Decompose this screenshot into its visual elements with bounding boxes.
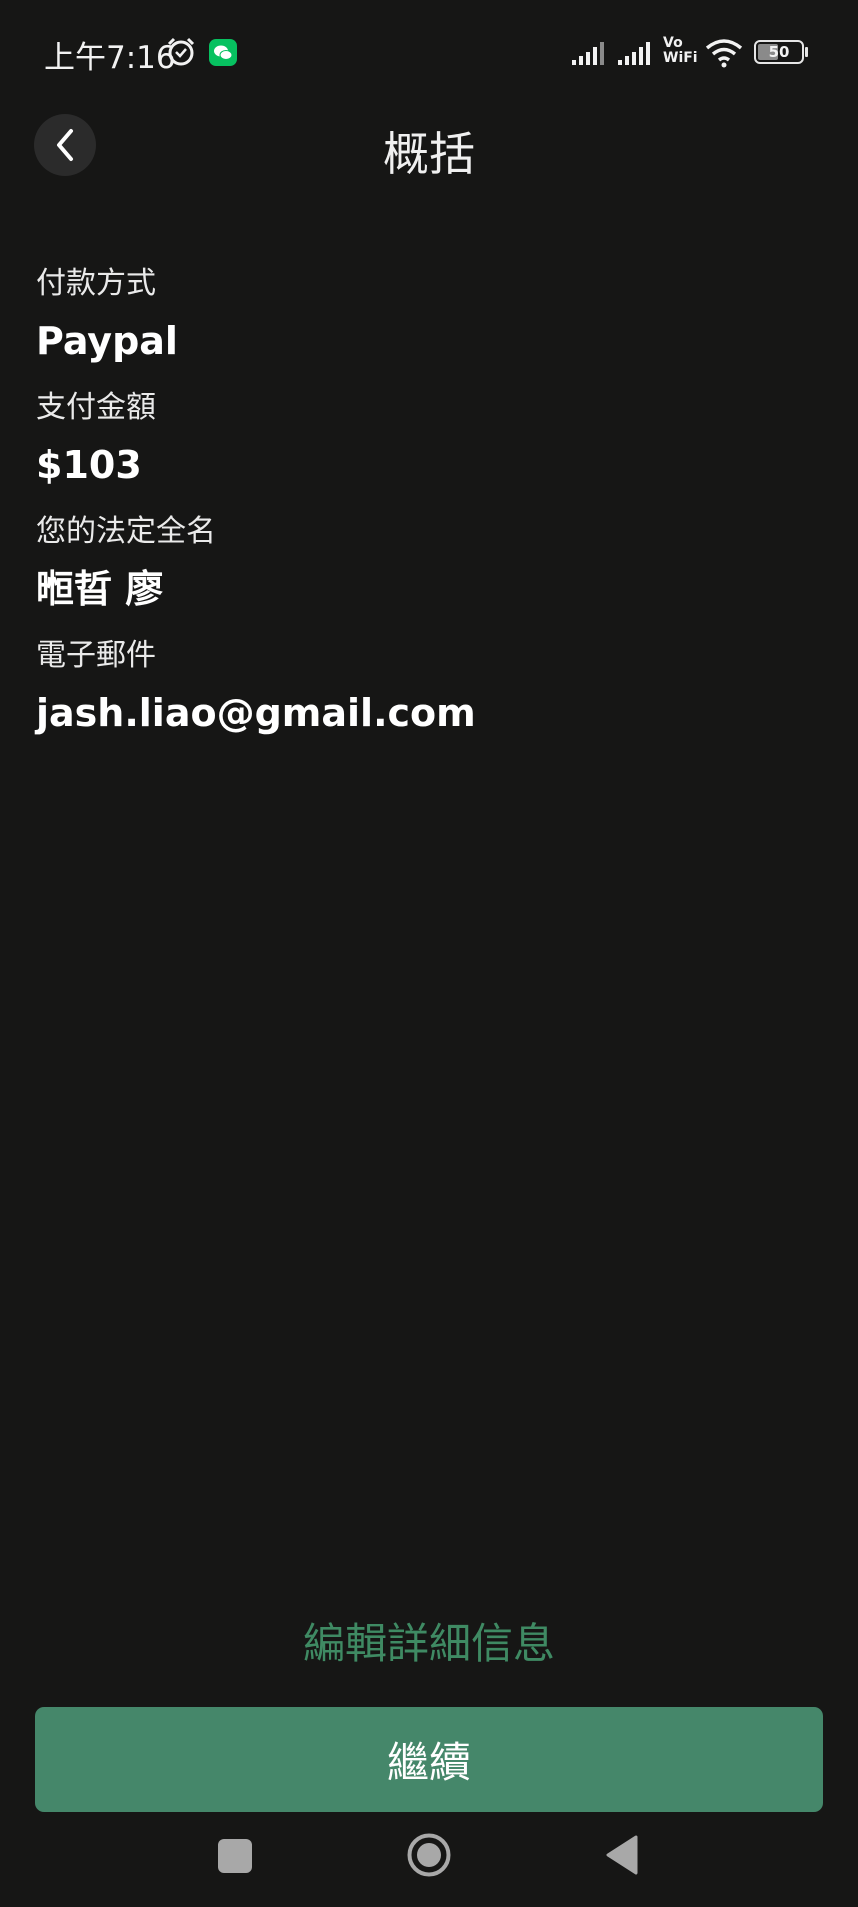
edit-details-link[interactable]: 編輯詳細信息 bbox=[0, 1610, 858, 1671]
cellular-signal-icon bbox=[572, 42, 604, 65]
alarm-clock-icon bbox=[167, 37, 195, 66]
continue-button[interactable]: 繼續 bbox=[35, 1707, 823, 1812]
summary-details: 付款方式 Paypal 支付金額 $103 您的法定全名 暅晢 廖 電子郵件 j… bbox=[36, 260, 826, 756]
summary-screen: 上午7:16 Vo WiFi 50 概括 付款方式 Paypal 支付金額 $1… bbox=[0, 0, 858, 1907]
battery-tip bbox=[805, 47, 808, 57]
wifi-icon bbox=[705, 39, 743, 68]
vowifi-top-text: Vo bbox=[663, 35, 683, 51]
battery-icon: 50 bbox=[754, 40, 804, 64]
email-value: jash.liao@gmail.com bbox=[36, 691, 476, 735]
page-title: 概括 bbox=[383, 127, 475, 181]
vowifi-icon: Vo WiFi bbox=[663, 36, 699, 70]
recent-apps-icon[interactable] bbox=[218, 1839, 252, 1873]
back-triangle-icon[interactable] bbox=[604, 1834, 640, 1876]
payment-method-value: Paypal bbox=[36, 319, 178, 363]
status-time: 上午7:16 bbox=[44, 40, 176, 76]
battery-level: 50 bbox=[768, 43, 790, 61]
home-icon[interactable] bbox=[406, 1832, 452, 1878]
payment-method-label: 付款方式 bbox=[36, 266, 156, 301]
email-label: 電子郵件 bbox=[36, 638, 156, 673]
amount-label: 支付金額 bbox=[36, 390, 156, 425]
wechat-icon bbox=[209, 39, 237, 66]
legal-name-value: 暅晢 廖 bbox=[36, 567, 164, 611]
cellular-signal-icon-2 bbox=[618, 42, 650, 65]
legal-name-label: 您的法定全名 bbox=[36, 514, 216, 549]
vowifi-bottom-text: WiFi bbox=[663, 50, 698, 66]
amount-value: $103 bbox=[36, 443, 142, 487]
status-bar: 上午7:16 Vo WiFi 50 bbox=[0, 0, 858, 100]
